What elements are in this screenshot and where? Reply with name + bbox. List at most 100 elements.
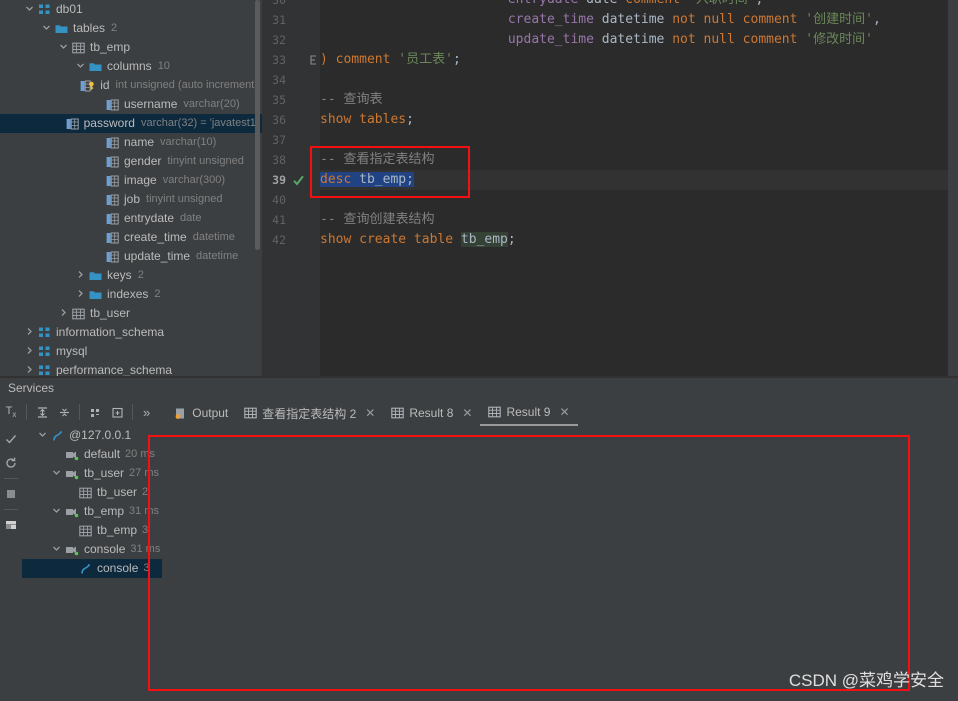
twisty-down-icon[interactable] [38, 430, 49, 441]
twisty-down-icon[interactable] [25, 4, 36, 15]
sidebar-separator-2 [4, 509, 18, 510]
twisty-right-icon[interactable] [76, 270, 87, 281]
close-icon[interactable]: ✕ [365, 406, 375, 420]
db-tree-item-job[interactable]: job tinyint unsigned [0, 190, 262, 209]
execute-statement-check-icon[interactable] [292, 170, 306, 190]
service-tree-item-tb-user[interactable]: tb_user 2 [22, 483, 162, 502]
more-actions-icon[interactable]: » [137, 405, 156, 420]
service-item-label: @127.0.0.1 [69, 428, 132, 442]
code-line-37[interactable] [320, 130, 328, 150]
service-tree-item-tb-user[interactable]: tb_user 27 ms [22, 464, 162, 483]
db-tree-item-indexes[interactable]: indexes 2 [0, 285, 262, 304]
service-tree-item-tb-emp[interactable]: tb_emp 31 ms [22, 502, 162, 521]
twisty-down-icon[interactable] [42, 23, 53, 34]
db-tree-item-information-schema[interactable]: information_schema [0, 323, 262, 342]
connection-icon [51, 430, 64, 442]
table-icon [72, 308, 85, 320]
code-line-39[interactable]: desc tb_emp; [320, 170, 414, 190]
database-explorer-tree[interactable]: db01 tables 2 tb_emp columns 10 id int unsigned… [0, 0, 262, 378]
toolbar-separator-2 [79, 404, 80, 420]
rerun-icon[interactable] [2, 454, 20, 472]
twisty-right-icon[interactable] [25, 365, 36, 376]
twisty-right-icon[interactable] [25, 327, 36, 338]
db-tree-item-meta: tinyint unsigned [167, 155, 244, 167]
db-tree-item-tables[interactable]: tables 2 [0, 19, 262, 38]
service-tree-item-console[interactable]: console 31 ms [22, 540, 162, 559]
code-line-40[interactable] [320, 190, 328, 210]
fold-marker-icon[interactable] [308, 50, 320, 70]
db-tree-item-create-time[interactable]: create_time datetime [0, 228, 262, 247]
twisty-placeholder [93, 175, 104, 186]
run-check-icon[interactable] [2, 430, 20, 448]
db-tree-item-update-time[interactable]: update_time datetime [0, 247, 262, 266]
twisty-right-icon[interactable] [59, 308, 70, 319]
code-line-38[interactable]: -- 查看指定表结构 [320, 150, 434, 170]
db-tree-item-meta: 2 [111, 22, 118, 34]
services-tree[interactable]: @127.0.0.1 default 20 ms tb_user 27 ms tb_use… [22, 426, 162, 701]
code-line-34[interactable] [320, 70, 328, 90]
code-line-30[interactable]: entrydate date comment '入职时间', [320, 0, 764, 10]
schema-icon [38, 3, 51, 16]
twisty-down-icon[interactable] [59, 42, 70, 53]
service-item-meta: 2 [142, 486, 149, 498]
collapse-all-icon[interactable] [53, 401, 75, 423]
service-item-meta: 31 ms [130, 543, 161, 555]
tab-result-8[interactable]: Result 8 ✕ [383, 400, 480, 426]
db-tree-item-gender[interactable]: gender tinyint unsigned [0, 152, 262, 171]
twisty-down-icon[interactable] [76, 61, 87, 72]
tree-scrollbar[interactable] [255, 0, 260, 250]
twisty-down-icon[interactable] [52, 506, 63, 517]
db-tree-item-id[interactable]: id int unsigned (auto increment) [0, 76, 262, 95]
code-line-36[interactable]: show tables; [320, 110, 414, 130]
tab-label: Result 8 [409, 406, 454, 420]
db-tree-item-tb-user[interactable]: tb_user [0, 304, 262, 323]
layout-icon[interactable] [2, 516, 20, 534]
service-tree-item-default[interactable]: default 20 ms [22, 445, 162, 464]
db-tree-item-label: columns [107, 59, 152, 73]
tx-icon[interactable]: Tx [0, 401, 22, 423]
expand-all-icon[interactable] [31, 401, 53, 423]
code-line-42[interactable]: show create table tb_emp; [320, 230, 516, 250]
code-line-41[interactable]: -- 查询创建表结构 [320, 210, 434, 230]
console-icon [79, 563, 92, 575]
tab-result-9[interactable]: Result 9 ✕ [480, 400, 578, 426]
new-tab-icon[interactable] [106, 401, 128, 423]
db-tree-item-columns[interactable]: columns 10 [0, 57, 262, 76]
db-tree-item-keys[interactable]: keys 2 [0, 266, 262, 285]
code-line-33[interactable]: ) comment '员工表'; [320, 50, 461, 70]
db-tree-item-name[interactable]: name varchar(10) [0, 133, 262, 152]
db-tree-item-mysql[interactable]: mysql [0, 342, 262, 361]
close-icon[interactable]: ✕ [462, 406, 472, 420]
sql-editor[interactable]: 30 31 32 33 34 35 36 37 38 39 40 41 42 entrydate dat… [262, 0, 958, 378]
code-line-35[interactable]: -- 查询表 [320, 90, 382, 110]
editor-gutter[interactable]: 30 31 32 33 34 35 36 37 38 39 40 41 42 [262, 0, 320, 378]
stop-icon[interactable] [2, 485, 20, 503]
db-tree-item-db01[interactable]: db01 [0, 0, 262, 19]
twisty-right-icon[interactable] [25, 346, 36, 357]
service-tree-item--127-0-0-1[interactable]: @127.0.0.1 [22, 426, 162, 445]
tab-output[interactable]: Output [166, 400, 236, 426]
group-icon[interactable] [84, 401, 106, 423]
db-tree-item-label: image [124, 173, 157, 187]
session-icon [65, 449, 79, 461]
editor-scrollbar[interactable] [948, 0, 958, 378]
service-tree-item-tb-emp[interactable]: tb_emp 3 [22, 521, 162, 540]
db-tree-item-tb-emp[interactable]: tb_emp [0, 38, 262, 57]
db-tree-item-image[interactable]: image varchar(300) [0, 171, 262, 190]
code-line-32[interactable]: update_time datetime not null comment '修… [320, 30, 873, 50]
db-tree-item-entrydate[interactable]: entrydate date [0, 209, 262, 228]
twisty-down-icon[interactable] [52, 468, 63, 479]
twisty-down-icon[interactable] [52, 544, 63, 555]
table-icon [79, 487, 92, 499]
db-tree-item-meta: tinyint unsigned [146, 193, 223, 205]
tab-查看指定表结构-2[interactable]: 查看指定表结构 2 ✕ [236, 400, 383, 426]
db-tree-item-username[interactable]: username varchar(20) [0, 95, 262, 114]
code-line-31[interactable]: create_time datetime not null comment '创… [320, 10, 881, 30]
db-tree-item-password[interactable]: password varchar(32) = 'javatest1' [0, 114, 262, 133]
twisty-right-icon[interactable] [76, 289, 87, 300]
editor-code[interactable]: entrydate date comment '入职时间', create_ti… [320, 0, 958, 378]
close-icon[interactable]: ✕ [559, 405, 569, 419]
service-tree-item-console[interactable]: console 3 [22, 559, 162, 578]
grid-icon [244, 407, 258, 419]
col-icon [66, 118, 79, 130]
